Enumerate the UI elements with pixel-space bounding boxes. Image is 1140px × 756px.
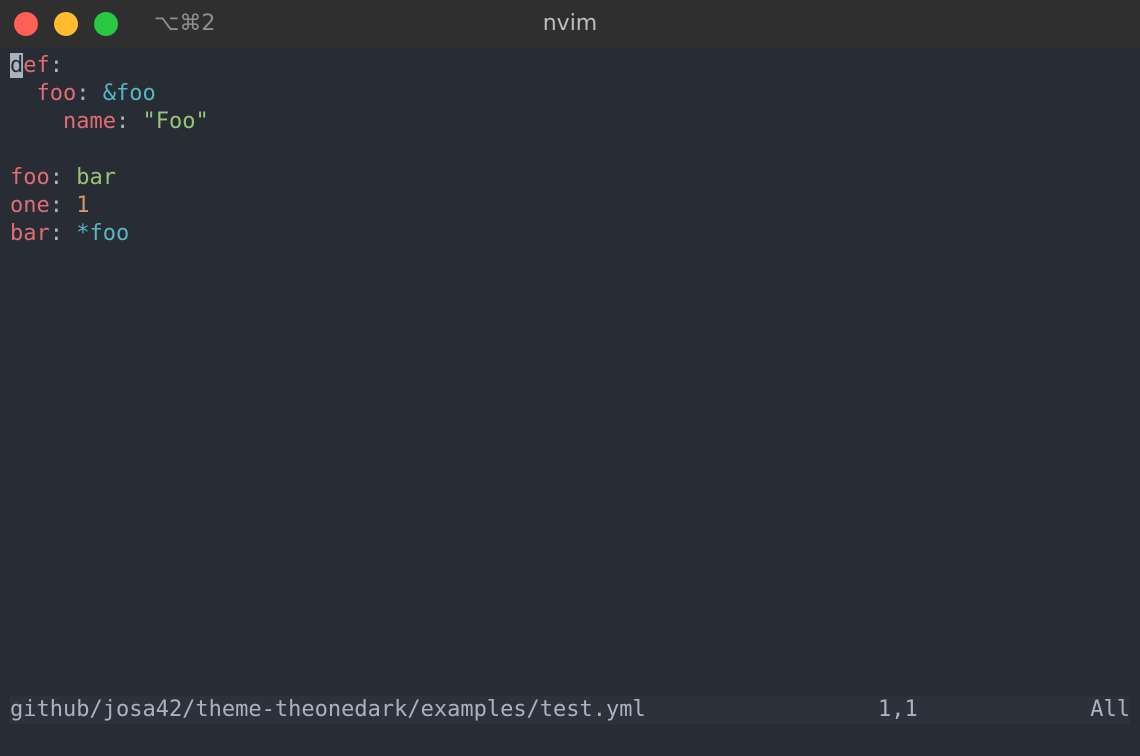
- editor-buffer[interactable]: def: foo: &foo name: "Foo" foo: bar one:…: [10, 52, 1130, 692]
- yaml-number-value: 1: [76, 193, 90, 218]
- yaml-separator: :: [49, 221, 77, 246]
- status-line: github/josa42/theme-theonedark/examples/…: [10, 696, 1130, 724]
- yaml-key: bar: [10, 221, 50, 246]
- status-cursor-position: 1,1: [878, 697, 918, 722]
- buffer-line-3: name: "Foo": [10, 108, 1130, 136]
- title-bar: ⌥⌘2 nvim: [0, 0, 1140, 48]
- yaml-string-value: "Foo": [142, 109, 209, 134]
- yaml-key: ef: [23, 53, 50, 78]
- yaml-anchor-value: &foo: [102, 81, 156, 106]
- status-scroll-percent: All: [1090, 697, 1130, 722]
- buffer-line-2: foo: &foo: [10, 80, 1130, 108]
- buffer-line-6: one: 1: [10, 192, 1130, 220]
- text-cursor: d: [10, 53, 24, 78]
- yaml-key: foo: [10, 165, 50, 190]
- yaml-separator: :: [76, 81, 103, 106]
- yaml-separator: :: [49, 53, 63, 78]
- buffer-line-5: foo: bar: [10, 164, 1130, 192]
- yaml-alias-value: *foo: [76, 221, 130, 246]
- buffer-line-1: def:: [10, 52, 1130, 80]
- yaml-string-value: bar: [76, 165, 116, 190]
- status-file-path: github/josa42/theme-theonedark/examples/…: [10, 697, 646, 722]
- yaml-separator: :: [49, 193, 77, 218]
- yaml-key: one: [10, 193, 50, 218]
- window-title: nvim: [542, 11, 598, 36]
- yaml-key: name: [62, 109, 116, 134]
- terminal-window: ⌥⌘2 nvim def: foo: &foo name: "Foo" foo:…: [0, 0, 1140, 756]
- buffer-line-7: bar: *foo: [10, 220, 1130, 248]
- yaml-key: foo: [36, 81, 77, 106]
- buffer-line-4: [10, 136, 1130, 164]
- yaml-separator: :: [115, 109, 143, 134]
- yaml-separator: :: [49, 165, 77, 190]
